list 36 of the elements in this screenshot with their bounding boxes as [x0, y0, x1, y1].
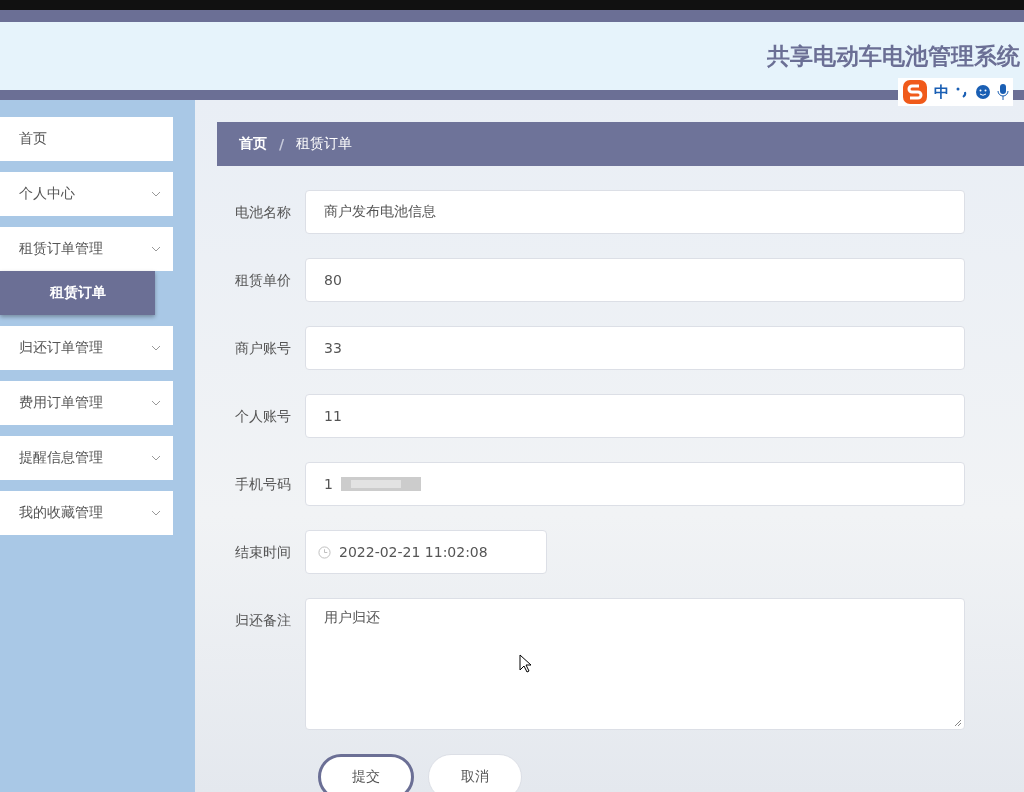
resize-handle-icon	[954, 719, 962, 727]
submit-button[interactable]: 提交	[318, 754, 414, 792]
ime-logo-icon[interactable]	[902, 79, 928, 105]
field-label: 商户账号	[234, 339, 292, 358]
punctuation-icon[interactable]	[955, 85, 969, 99]
app-title: 共享电动车电池管理系统	[767, 41, 1020, 71]
field-label: 归还备注	[234, 611, 292, 630]
sidebar-item[interactable]: 我的收藏管理	[0, 491, 173, 535]
text-field[interactable]: 11	[305, 394, 965, 438]
field-label: 结束时间	[234, 543, 292, 562]
sidebar-subitem[interactable]: 租赁订单	[0, 271, 155, 315]
phone-field[interactable]: 1	[305, 462, 965, 506]
text-field[interactable]: 80	[305, 258, 965, 302]
smiley-icon[interactable]	[975, 84, 991, 100]
mouse-cursor-icon	[519, 654, 532, 673]
cancel-button[interactable]: 取消	[428, 754, 522, 792]
field-label: 电池名称	[234, 203, 292, 222]
text-field[interactable]: 33	[305, 326, 965, 370]
textarea-field[interactable]: 用户归还	[305, 598, 965, 730]
datetime-field[interactable]: 2022-02-21 11:02:08	[305, 530, 547, 574]
breadcrumb-separator: /	[279, 136, 285, 152]
sidebar-item[interactable]: 租赁订单管理	[0, 227, 173, 271]
breadcrumb-link[interactable]: 租赁订单	[296, 135, 353, 153]
field-label: 手机号码	[234, 475, 292, 494]
field-label: 租赁单价	[234, 271, 292, 290]
field-label: 个人账号	[234, 407, 292, 426]
sidebar-item[interactable]: 首页	[0, 117, 173, 161]
sidebar-item[interactable]: 提醒信息管理	[0, 436, 173, 480]
breadcrumb-link[interactable]: 首页	[239, 135, 267, 153]
text-field[interactable]: 商户发布电池信息	[305, 190, 965, 234]
microphone-icon[interactable]	[997, 83, 1009, 101]
clock-icon	[318, 545, 331, 559]
sidebar-item[interactable]: 费用订单管理	[0, 381, 173, 425]
input-mode-toggle[interactable]: 中	[934, 82, 949, 102]
sidebar-item[interactable]: 归还订单管理	[0, 326, 173, 370]
sidebar-item[interactable]: 个人中心	[0, 172, 173, 216]
